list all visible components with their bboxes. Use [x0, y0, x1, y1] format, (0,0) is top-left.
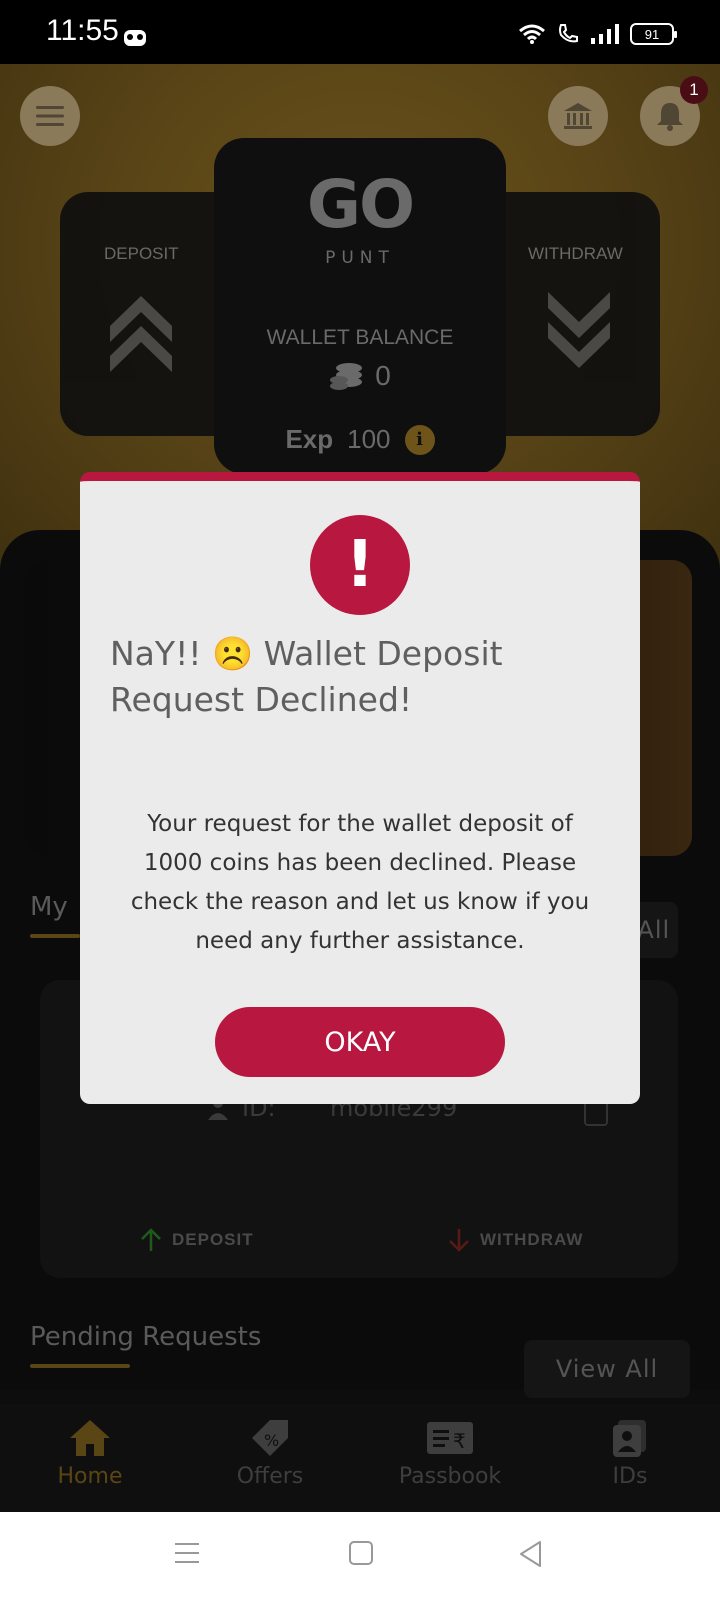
double-chevron-down-icon [548, 292, 610, 368]
exp-value: 100 [347, 424, 391, 454]
app-notification-icon [124, 30, 146, 46]
svg-text:%: % [264, 1431, 279, 1450]
nav-home-label: Home [57, 1464, 123, 1489]
home-nav-icon[interactable] [348, 1540, 374, 1566]
id-withdraw-button[interactable]: WITHDRAW [448, 1228, 583, 1252]
nav-offers[interactable]: % Offers [180, 1404, 360, 1512]
call-icon [559, 24, 578, 43]
exp-label: Exp [285, 424, 334, 454]
pending-view-all-button[interactable]: View All [524, 1340, 690, 1398]
info-icon[interactable]: i [404, 424, 435, 455]
withdraw-label: WITHDRAW [528, 244, 623, 263]
declined-dialog: ! NaY!! ☹️ Wallet Deposit Request Declin… [80, 472, 640, 1104]
nav-passbook[interactable]: ₹ Passbook [360, 1404, 540, 1512]
offers-tag-icon: % [252, 1420, 288, 1456]
wallet-balance-label: WALLET BALANCE [266, 326, 454, 349]
wallet-card: GO PUNT WALLET BALANCE 0 Exp 100 i [214, 138, 506, 474]
pending-underline [30, 1364, 130, 1368]
id-deposit-button[interactable]: DEPOSIT [140, 1228, 254, 1252]
nav-ids-label: IDs [612, 1464, 648, 1489]
wallet-balance: 0 [214, 360, 506, 392]
back-icon[interactable] [518, 1540, 544, 1568]
system-nav-bar [0, 1512, 720, 1600]
bell-icon [657, 103, 683, 131]
pending-requests-title: Pending Requests [30, 1322, 262, 1352]
nav-passbook-label: Passbook [398, 1464, 502, 1489]
svg-text:₹: ₹ [453, 1429, 466, 1453]
dialog-message: Your request for the wallet deposit of 1… [130, 811, 590, 954]
double-chevron-up-icon [110, 296, 172, 372]
battery-level: 91 [644, 26, 660, 42]
home-icon [70, 1420, 110, 1456]
notification-badge: 1 [680, 76, 708, 104]
app-logo: GO [306, 166, 415, 243]
recent-apps-icon[interactable] [174, 1540, 200, 1566]
okay-button[interactable]: OKAY [215, 1007, 505, 1077]
battery-icon: 91 [630, 23, 677, 45]
bank-icon [564, 103, 592, 129]
id-withdraw-label: WITHDRAW [480, 1230, 584, 1249]
exp-row: Exp 100 i [214, 424, 506, 455]
arrow-down-icon [449, 1229, 469, 1252]
status-time: 11:55 [46, 14, 119, 47]
coins-icon [330, 363, 363, 390]
passbook-icon: ₹ [427, 1422, 473, 1454]
status-icons: 91 [518, 22, 677, 46]
nav-home[interactable]: Home [0, 1404, 180, 1512]
dialog-title: NaY!! ☹️ Wallet Deposit Request Declined… [110, 634, 503, 719]
hamburger-icon [36, 106, 64, 126]
wallet-balance-value: 0 [375, 360, 391, 391]
signal-icon [591, 24, 619, 44]
menu-button[interactable] [20, 86, 80, 146]
nav-ids[interactable]: IDs [540, 1404, 720, 1512]
id-deposit-label: DEPOSIT [172, 1230, 254, 1249]
my-ids-title: My [30, 892, 68, 922]
bottom-nav: Home % Offers ₹ Passbook IDs [0, 1404, 720, 1512]
my-ids-underline [30, 934, 80, 938]
alert-icon: ! [310, 515, 410, 615]
status-bar: 11:55 91 [0, 0, 720, 64]
arrow-up-icon [141, 1228, 161, 1251]
wifi-icon [519, 24, 545, 44]
app-logo-sub: PUNT [325, 248, 395, 268]
ids-card-icon [613, 1420, 646, 1457]
deposit-label: DEPOSIT [104, 244, 179, 263]
nav-offers-label: Offers [236, 1464, 304, 1489]
bank-button[interactable] [548, 86, 608, 146]
